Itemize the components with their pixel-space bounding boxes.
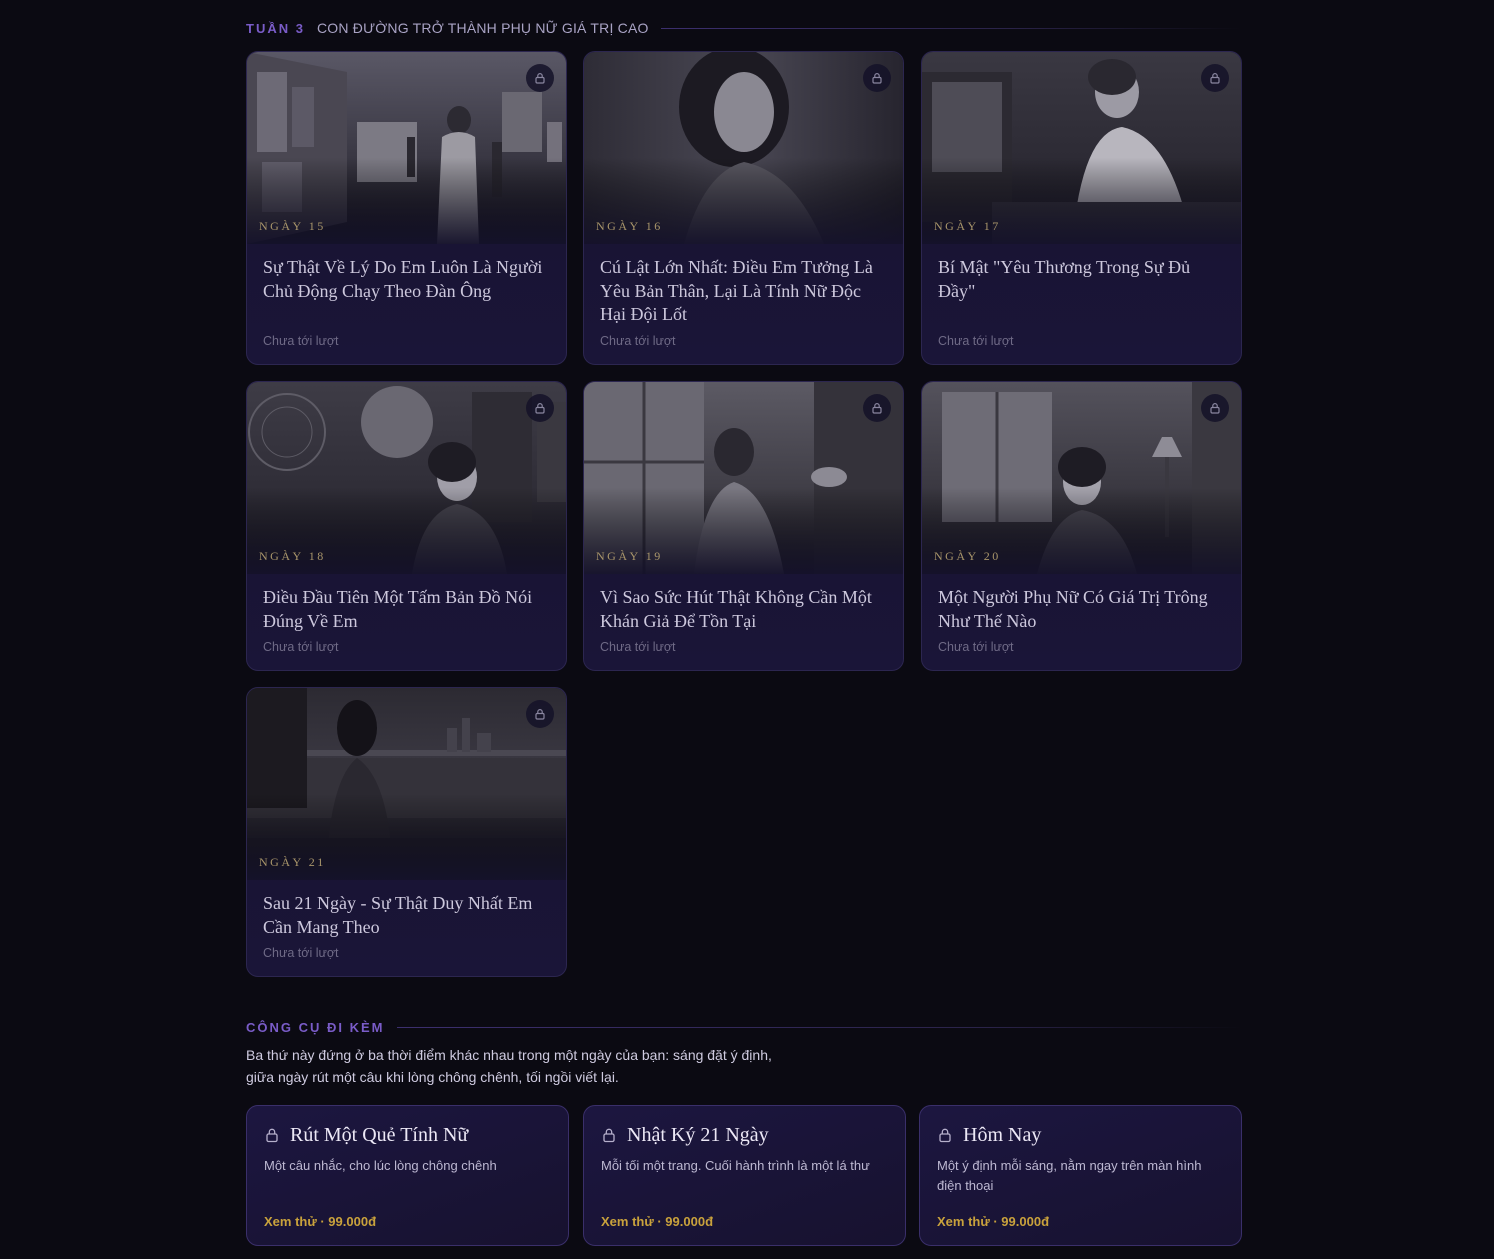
- day-label: NGÀY 21: [259, 855, 326, 869]
- tool-price-link[interactable]: Xem thử · 99.000đ: [601, 1214, 713, 1229]
- lock-icon: [872, 403, 882, 414]
- day-card-21[interactable]: NGÀY 21 Sau 21 Ngày - Sự Thật Duy Nhất E…: [246, 687, 567, 977]
- day-status: Chưa tới lượt: [938, 334, 1014, 348]
- woman-lakeside-night-photo: NGÀY 21: [247, 688, 566, 880]
- tools-description-line: giữa ngày rút một câu khi lòng chông chê…: [246, 1069, 619, 1085]
- tool-card-journal[interactable]: Nhật Ký 21 Ngày Mỗi tối một trang. Cuối …: [583, 1105, 906, 1246]
- day-status: Chưa tới lượt: [263, 334, 339, 348]
- day-card-17[interactable]: NGÀY 17 Bí Mật "Yêu Thương Trong Sự Đủ Đ…: [921, 51, 1242, 365]
- day-status: Chưa tới lượt: [938, 640, 1014, 654]
- lock-icon: [535, 73, 545, 84]
- lock-icon: [872, 73, 882, 84]
- lock-icon: [603, 1128, 615, 1143]
- woman-window-back-photo: NGÀY 19: [584, 382, 903, 574]
- woman-portrait-photo: NGÀY 16: [584, 52, 903, 244]
- day-card-15[interactable]: NGÀY 15 Sự Thật Về Lý Do Em Luôn Là Ngườ…: [246, 51, 567, 365]
- tool-card-oracle[interactable]: Rút Một Quẻ Tính Nữ Một câu nhắc, cho lú…: [246, 1105, 569, 1246]
- tool-name: Rút Một Quẻ Tính Nữ: [290, 1123, 469, 1146]
- week-divider: [660, 27, 1242, 29]
- lock-icon: [1210, 403, 1220, 414]
- day-label: NGÀY 18: [259, 549, 326, 563]
- day-title: Một Người Phụ Nữ Có Giá Trị Trông Như Th…: [938, 587, 1208, 631]
- week-title: CON ĐƯỜNG TRỞ THÀNH PHỤ NỮ GIÁ TRỊ CAO: [316, 20, 649, 36]
- day-title: Vì Sao Sức Hút Thật Không Cần Một Khán G…: [600, 587, 872, 631]
- day-label: NGÀY 17: [934, 219, 1001, 233]
- tools-tag: CÔNG CỤ ĐI KÈM: [246, 1019, 385, 1035]
- tools-header: CÔNG CỤ ĐI KÈM: [246, 1017, 1242, 1037]
- lock-badge: [526, 700, 554, 728]
- lock-icon: [1210, 73, 1220, 84]
- tool-desc: Một câu nhắc, cho lúc lòng chông chênh: [264, 1158, 497, 1173]
- day-title: Sau 21 Ngày - Sự Thật Duy Nhất Em Cần Ma…: [263, 893, 533, 937]
- lock-badge: [1201, 64, 1229, 92]
- day-title: Cú Lật Lớn Nhất: Điều Em Tưởng Là Yêu Bả…: [600, 257, 873, 324]
- lock-badge: [526, 64, 554, 92]
- day-card-16[interactable]: NGÀY 16 Cú Lật Lớn Nhất: Điều Em Tưởng L…: [583, 51, 904, 365]
- lock-badge: [863, 64, 891, 92]
- day-title: Điều Đầu Tiên Một Tấm Bản Đồ Nói Đúng Về…: [263, 587, 533, 631]
- week-tag: TUẦN 3: [246, 20, 305, 36]
- week-header: TUẦN 3 CON ĐƯỜNG TRỞ THÀNH PHỤ NỮ GIÁ TR…: [246, 17, 1242, 39]
- day-label: NGÀY 19: [596, 549, 663, 563]
- lock-icon: [535, 709, 545, 720]
- gallery-woman-photo: NGÀY 15: [247, 52, 566, 244]
- day-label: NGÀY 16: [596, 219, 663, 233]
- tool-name: Hôm Nay: [963, 1123, 1042, 1146]
- lock-badge: [526, 394, 554, 422]
- lock-badge: [863, 394, 891, 422]
- tool-price-link[interactable]: Xem thử · 99.000đ: [937, 1214, 1049, 1229]
- day-label: NGÀY 15: [259, 219, 326, 233]
- tools-divider: [396, 1026, 1242, 1028]
- day-title: Bí Mật "Yêu Thương Trong Sự Đủ Đầy": [938, 257, 1191, 301]
- lock-icon: [939, 1128, 951, 1143]
- lock-badge: [1201, 394, 1229, 422]
- woman-window-lamp-photo: NGÀY 20: [922, 382, 1241, 574]
- tool-name: Nhật Ký 21 Ngày: [627, 1123, 769, 1146]
- day-title: Sự Thật Về Lý Do Em Luôn Là Người Chủ Độ…: [263, 257, 543, 301]
- lock-icon: [266, 1128, 278, 1143]
- tool-card-today[interactable]: Hôm Nay Một ý định mỗi sáng, nằm ngay tr…: [919, 1105, 1242, 1246]
- woman-kitchen-photo: NGÀY 17: [922, 52, 1241, 244]
- day-status: Chưa tới lượt: [263, 640, 339, 654]
- day-status: Chưa tới lượt: [263, 946, 339, 960]
- day-card-18[interactable]: NGÀY 18 Điều Đầu Tiên Một Tấm Bản Đồ Nói…: [246, 381, 567, 671]
- tool-desc: Một ý định mỗi sáng, nằm ngay trên màn h…: [937, 1158, 1202, 1193]
- lock-icon: [535, 403, 545, 414]
- day-card-19[interactable]: NGÀY 19 Vì Sao Sức Hút Thật Không Cần Mộ…: [583, 381, 904, 671]
- tool-desc: Mỗi tối một trang. Cuối hành trình là mộ…: [601, 1158, 870, 1173]
- day-card-20[interactable]: NGÀY 20 Một Người Phụ Nữ Có Giá Trị Trôn…: [921, 381, 1242, 671]
- tool-price-link[interactable]: Xem thử · 99.000đ: [264, 1214, 376, 1229]
- day-label: NGÀY 20: [934, 549, 1001, 563]
- day-status: Chưa tới lượt: [600, 640, 676, 654]
- day-status: Chưa tới lượt: [600, 334, 676, 348]
- woman-astrology-room-photo: NGÀY 18: [247, 382, 566, 574]
- tools-description-line: Ba thứ này đứng ở ba thời điểm khác nhau…: [246, 1047, 772, 1063]
- tools-description: Ba thứ này đứng ở ba thời điểm khác nhau…: [246, 1044, 846, 1088]
